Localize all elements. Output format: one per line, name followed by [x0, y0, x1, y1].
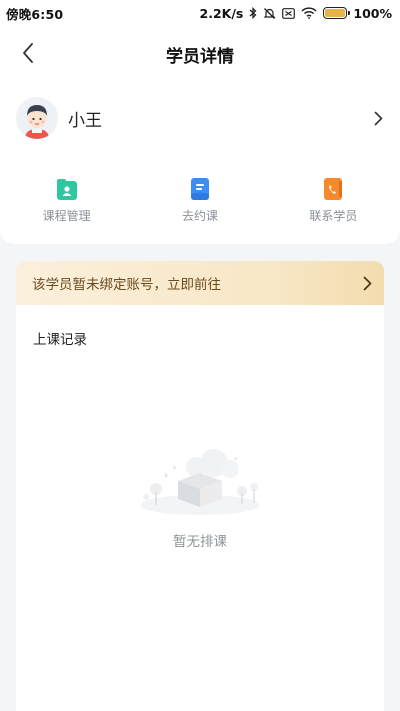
battery-fill	[325, 9, 346, 17]
wifi-icon	[301, 7, 317, 19]
action-label: 联系学员	[309, 209, 358, 223]
chevron-right-icon	[374, 111, 382, 125]
status-bar: 傍晚6:50 2.2K/s 100%	[0, 0, 400, 26]
class-records-card: 上课记录 暂无排课	[16, 305, 384, 711]
chevron-right-icon	[363, 276, 372, 290]
bluetooth-icon	[249, 7, 257, 19]
contact-phone-icon	[324, 178, 343, 200]
records-title: 上课记录	[33, 332, 87, 348]
quick-actions: 课程管理 去约课 联系学员	[0, 176, 400, 230]
action-label: 去约课	[181, 209, 218, 223]
header-panel: 傍晚6:50 2.2K/s 100% 学员详情 小王 课程管理 去约课 联系学员	[0, 0, 400, 244]
bind-account-banner[interactable]: 该学员暂未绑定账号，立即前往	[16, 261, 384, 305]
action-label: 课程管理	[42, 209, 91, 223]
mute-bell-icon	[263, 7, 276, 19]
book-lesson-icon	[190, 178, 209, 200]
status-indicators: 2.2K/s 100%	[200, 6, 392, 21]
empty-box-illustration	[140, 449, 260, 515]
page-title: 学员详情	[166, 47, 234, 67]
student-name: 小王	[68, 110, 102, 131]
banner-text: 该学员暂未绑定账号，立即前往	[32, 277, 221, 293]
course-management-icon	[56, 179, 77, 200]
student-profile-row[interactable]: 小王	[16, 96, 386, 140]
sim-icon	[282, 7, 296, 19]
book-lesson-button[interactable]: 去约课	[133, 176, 266, 230]
profile-chevron	[370, 110, 386, 126]
student-avatar-icon	[16, 97, 58, 139]
battery-icon	[323, 7, 351, 19]
network-speed: 2.2K/s	[199, 5, 244, 21]
status-time: 傍晚6:50	[6, 6, 64, 22]
contact-student-button[interactable]: 联系学员	[267, 176, 400, 230]
empty-state-text: 暂无排课	[173, 534, 227, 550]
course-management-button[interactable]: 课程管理	[0, 176, 133, 230]
battery-percent: 100%	[353, 5, 392, 21]
nav-bar: 学员详情	[0, 30, 400, 76]
avatar	[16, 97, 58, 139]
